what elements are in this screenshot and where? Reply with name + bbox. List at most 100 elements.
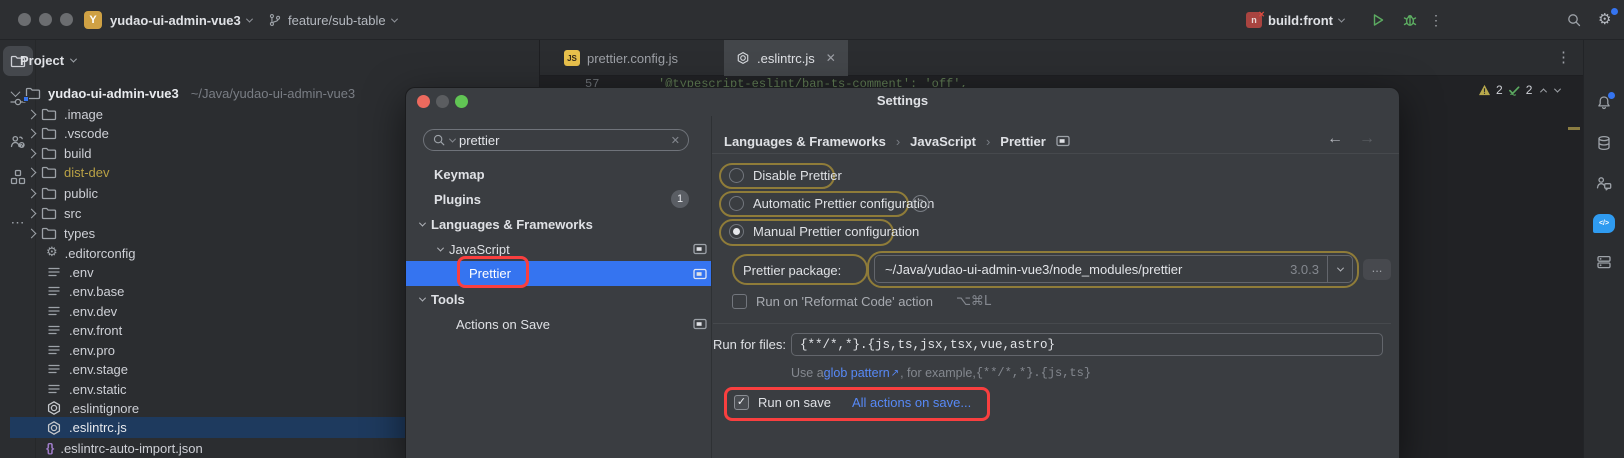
checkbox-unchecked-icon[interactable] bbox=[732, 294, 747, 309]
title-bar: Y yudao-ui-admin-vue3 feature/sub-table … bbox=[0, 0, 1624, 40]
run-button[interactable] bbox=[1370, 12, 1386, 28]
run-for-files-input[interactable]: {**/*,*}.{js,ts,jsx,tsx,vue,astro} bbox=[791, 333, 1383, 356]
settings-tree-plugins[interactable]: Plugins bbox=[406, 187, 711, 211]
tree-item-label: .env.front bbox=[69, 323, 122, 338]
close-tab-icon[interactable]: ✕ bbox=[826, 51, 836, 65]
prev-problem-icon[interactable] bbox=[1540, 88, 1547, 95]
tree-item-label: .editorconfig bbox=[65, 246, 136, 261]
chevron-expanded-icon bbox=[419, 219, 426, 226]
chevron-down-icon bbox=[391, 15, 398, 22]
folder-icon bbox=[41, 145, 57, 161]
services-icon bbox=[1596, 254, 1612, 270]
code-with-me-button[interactable] bbox=[1589, 168, 1619, 198]
forward-button[interactable]: → bbox=[1359, 130, 1375, 148]
tab-label: .eslintrc.js bbox=[757, 51, 815, 66]
folder-icon bbox=[41, 225, 57, 241]
tree-label: Keymap bbox=[434, 167, 485, 182]
root-path: ~/Java/yudao-ui-admin-vue3 bbox=[191, 86, 355, 101]
more-actions-icon[interactable]: ⋮ bbox=[1429, 12, 1443, 29]
folder-icon bbox=[41, 205, 57, 221]
run-config-selector[interactable]: n✕ build:front bbox=[1246, 0, 1344, 40]
settings-tree-javascript[interactable]: JavaScript bbox=[406, 237, 711, 261]
settings-tree-keymap[interactable]: Keymap bbox=[406, 162, 711, 186]
branch-switcher[interactable]: feature/sub-table bbox=[268, 0, 397, 40]
next-problem-icon[interactable] bbox=[1554, 85, 1561, 92]
settings-tree-actions-on-save[interactable]: Actions on Save bbox=[406, 312, 711, 336]
editorconfig-icon: ⚙ bbox=[46, 245, 58, 261]
tree-item-label: dist-dev bbox=[64, 165, 110, 180]
window-minimize-button[interactable] bbox=[39, 13, 52, 26]
project-badge bbox=[23, 96, 29, 102]
chevron-expanded-icon bbox=[11, 87, 21, 97]
text-file-icon bbox=[46, 342, 62, 358]
tree-item-label: .env.stage bbox=[69, 362, 128, 377]
tab-eslintrc-active[interactable]: .eslintrc.js ✕ bbox=[724, 40, 848, 76]
javascript-file-icon: JS bbox=[564, 50, 580, 66]
help-icon[interactable]: ? bbox=[912, 195, 929, 212]
eslint-icon bbox=[46, 420, 62, 436]
tree-item-label: types bbox=[64, 226, 95, 241]
project-panel-header[interactable]: Project bbox=[20, 46, 76, 74]
tree-item-label: .env.pro bbox=[69, 343, 115, 358]
tab-label: prettier.config.js bbox=[587, 51, 678, 66]
radio-disable-prettier[interactable]: Disable Prettier bbox=[729, 168, 842, 183]
prettier-package-combobox[interactable]: ~/Java/yudao-ui-admin-vue3/node_modules/… bbox=[874, 255, 1353, 283]
search-everywhere-icon[interactable] bbox=[1566, 12, 1582, 28]
chevron-expanded-icon bbox=[437, 244, 444, 251]
radio-icon[interactable] bbox=[729, 168, 744, 183]
chevron-down-icon bbox=[1338, 15, 1345, 22]
tab-options-icon[interactable]: ⋮ bbox=[1556, 48, 1572, 66]
settings-tree-tools[interactable]: Tools bbox=[406, 287, 711, 311]
radio-manual-config[interactable]: Manual Prettier configuration bbox=[729, 224, 919, 239]
breadcrumb-separator: › bbox=[986, 134, 990, 149]
reformat-label: Run on 'Reformat Code' action bbox=[756, 294, 933, 309]
chevron-collapsed-icon bbox=[27, 188, 37, 198]
database-tool-button[interactable] bbox=[1589, 128, 1619, 158]
radio-icon[interactable] bbox=[729, 196, 744, 211]
reformat-checkbox-row[interactable]: Run on 'Reformat Code' action ⌥⌘L bbox=[732, 294, 991, 309]
inspections-widget[interactable]: 2 2 bbox=[1478, 82, 1560, 98]
tree-item-label: build bbox=[64, 146, 91, 161]
text-file-icon bbox=[46, 322, 62, 338]
chevron-down-icon bbox=[246, 15, 253, 22]
settings-tree-languages[interactable]: Languages & Frameworks bbox=[406, 212, 711, 236]
database-icon bbox=[1596, 135, 1612, 151]
right-tool-stripe: </> bbox=[1583, 40, 1624, 458]
debug-button[interactable] bbox=[1402, 12, 1418, 28]
shortcut-hint: ⌥⌘L bbox=[956, 294, 991, 309]
glob-hint: Use a glob pattern ↗ , for example, {**/… bbox=[791, 366, 1091, 380]
browse-button[interactable]: ... bbox=[1363, 259, 1391, 280]
settings-notification-dot bbox=[1611, 8, 1618, 15]
ai-assistant-button[interactable]: </> bbox=[1589, 208, 1619, 238]
notifications-button[interactable] bbox=[1589, 88, 1619, 118]
tab-prettier-config[interactable]: JS prettier.config.js bbox=[552, 40, 690, 76]
radio-label: Automatic Prettier configuration bbox=[753, 196, 934, 211]
settings-tree-prettier-selected[interactable]: Prettier bbox=[406, 261, 711, 286]
folder-icon bbox=[41, 106, 57, 122]
tree-item-label: .eslintrc.js bbox=[69, 420, 127, 435]
settings-search-input[interactable]: prettier ✕ bbox=[423, 129, 689, 151]
breadcrumb-languages[interactable]: Languages & Frameworks bbox=[724, 134, 886, 149]
radio-label: Disable Prettier bbox=[753, 168, 842, 183]
project-switcher[interactable]: yudao-ui-admin-vue3 bbox=[110, 0, 252, 40]
combobox-chevron[interactable] bbox=[1327, 256, 1352, 282]
radio-selected-icon[interactable] bbox=[729, 224, 744, 239]
window-zoom-button[interactable] bbox=[60, 13, 73, 26]
clear-search-icon[interactable]: ✕ bbox=[671, 134, 680, 147]
chevron-collapsed-icon bbox=[27, 167, 37, 177]
section-divider bbox=[713, 323, 1391, 324]
breadcrumb-javascript[interactable]: JavaScript bbox=[910, 134, 976, 149]
services-tool-button[interactable] bbox=[1589, 247, 1619, 277]
root-name: yudao-ui-admin-vue3 bbox=[48, 86, 179, 101]
radio-automatic-config[interactable]: Automatic Prettier configuration bbox=[729, 196, 934, 211]
window-close-button[interactable] bbox=[18, 13, 31, 26]
settings-gear-icon[interactable]: ⚙ bbox=[1598, 11, 1611, 27]
folder-icon bbox=[41, 185, 57, 201]
breadcrumb-prettier: Prettier bbox=[1000, 134, 1046, 149]
ok-count: 2 bbox=[1526, 83, 1533, 97]
glob-pattern-link[interactable]: glob pattern bbox=[824, 366, 890, 380]
tree-label: Languages & Frameworks bbox=[431, 217, 593, 232]
tree-item-label: .env.static bbox=[69, 382, 127, 397]
back-button[interactable]: ← bbox=[1327, 130, 1343, 148]
notification-dot bbox=[1608, 92, 1615, 99]
